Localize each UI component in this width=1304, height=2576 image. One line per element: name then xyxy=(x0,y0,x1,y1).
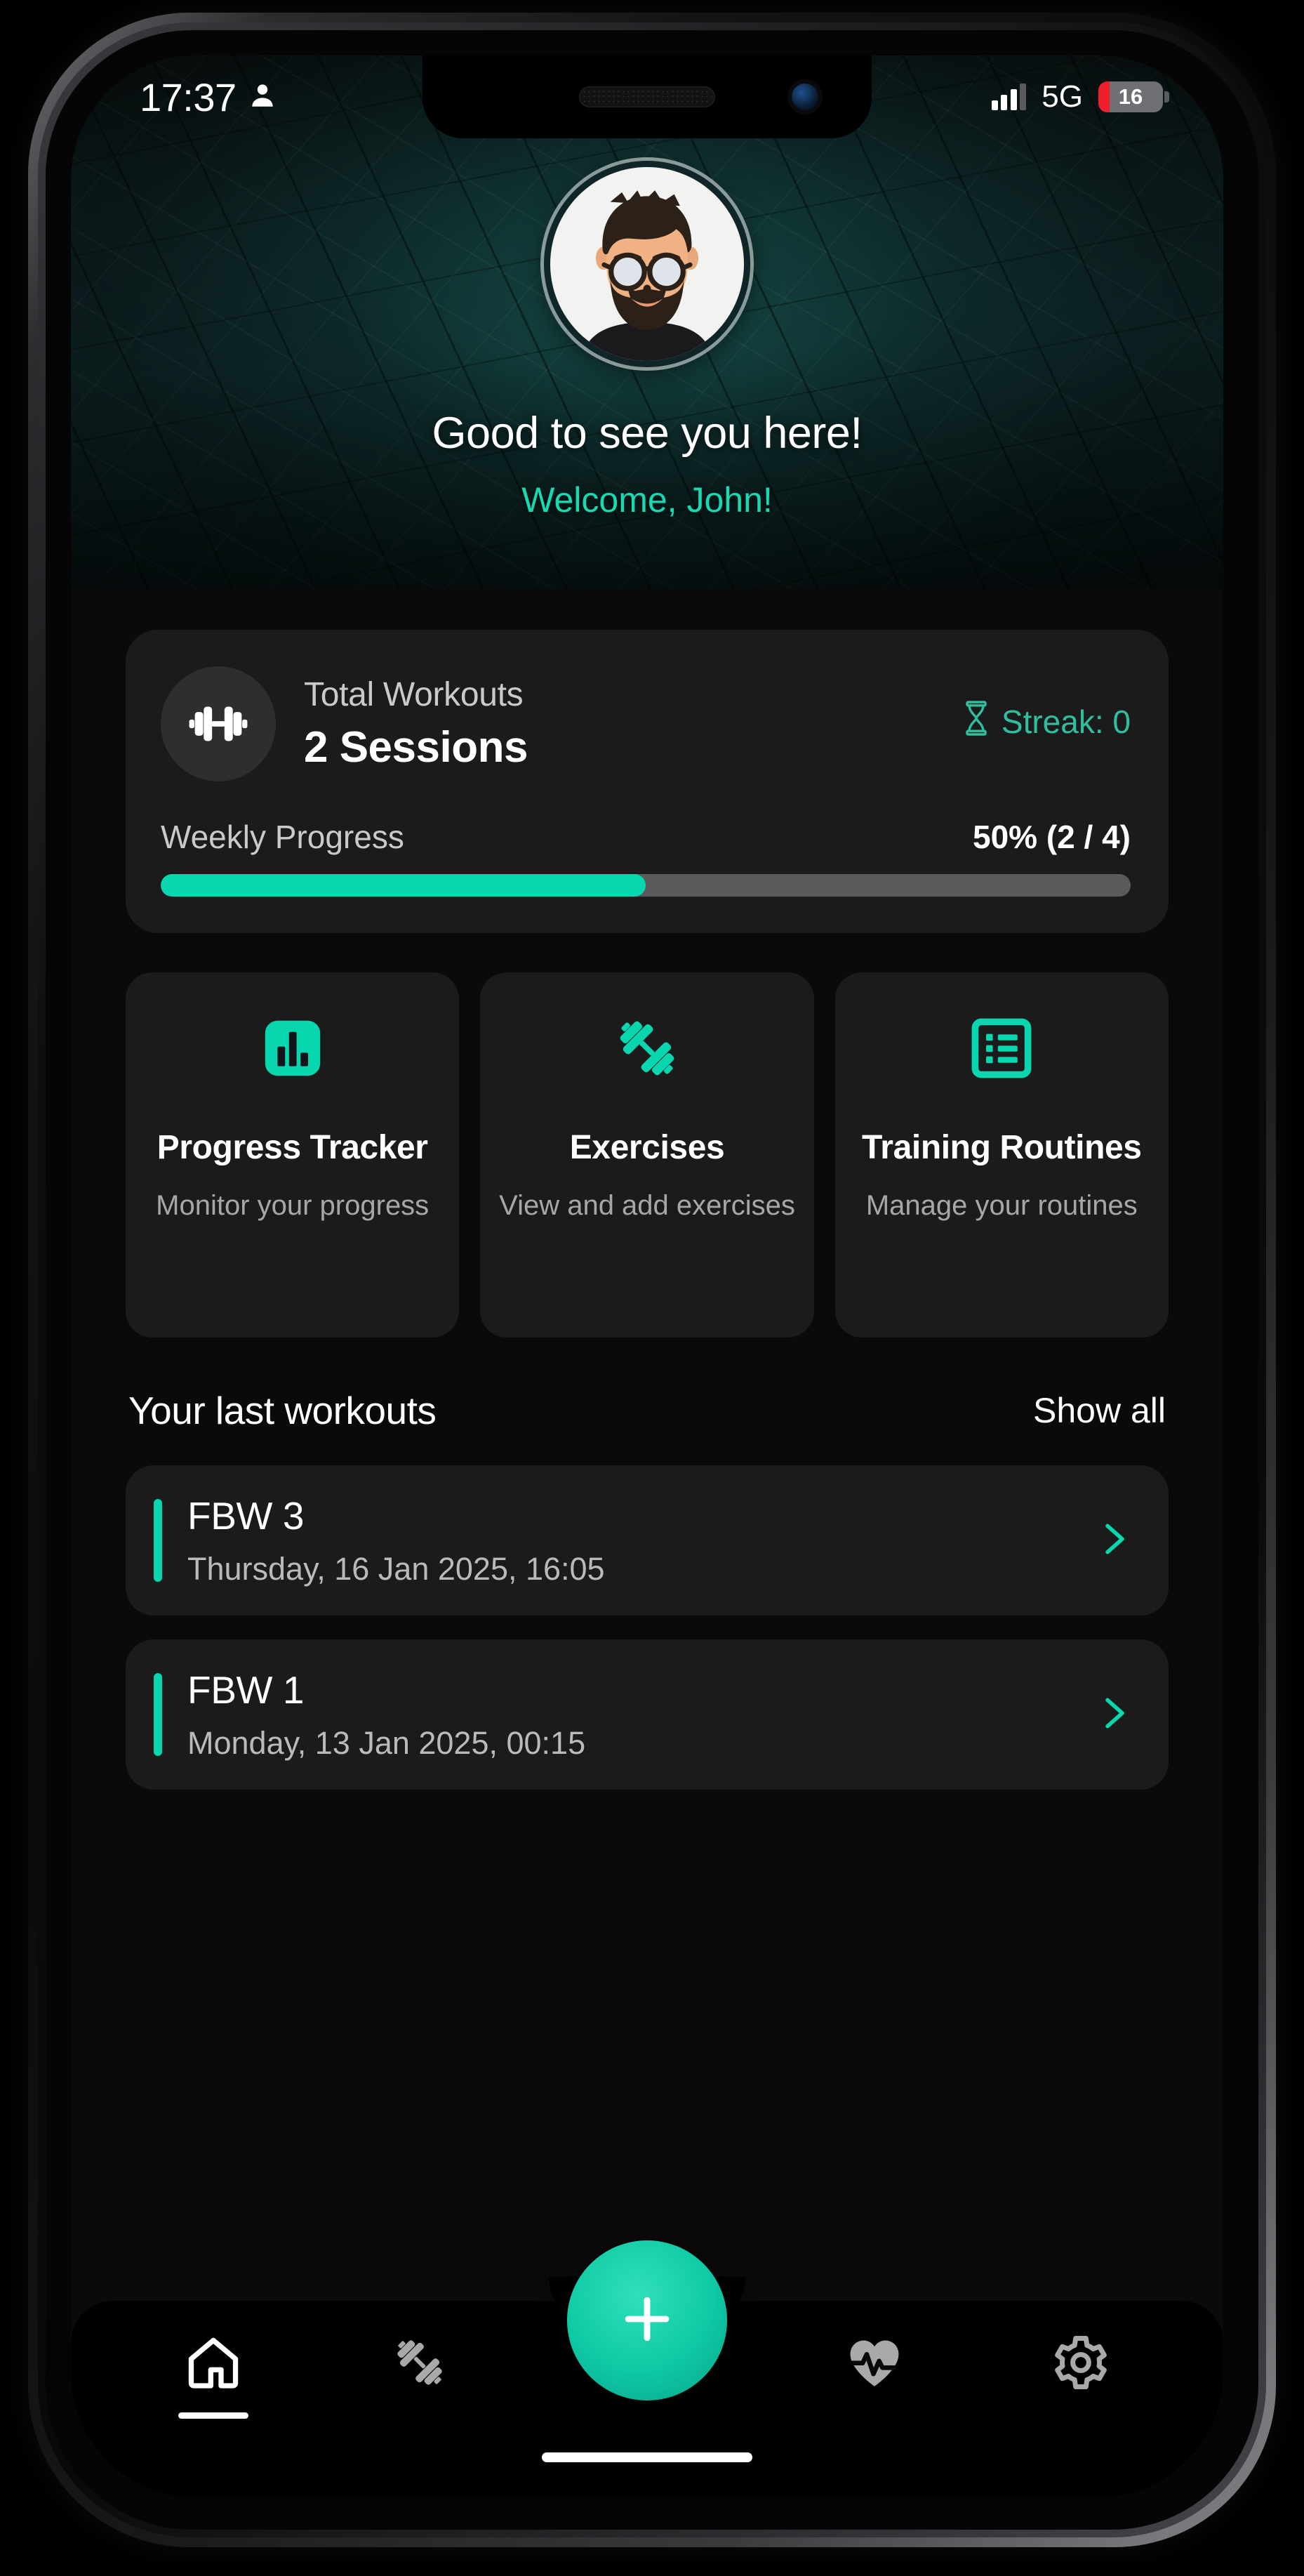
battery-level: 16 xyxy=(1118,84,1143,109)
gear-icon xyxy=(1050,2332,1112,2397)
bar-chart-icon xyxy=(259,1009,326,1088)
last-workouts-header: Your last workouts Show all xyxy=(126,1388,1169,1433)
page-title: Good to see you here! xyxy=(432,409,863,458)
weekly-progress-fill xyxy=(161,874,646,897)
main-content: Total Workouts 2 Sessions Streak: 0 Week… xyxy=(71,630,1223,1895)
phone-frame-mid: 17:37 5G 16 Good to see you here! Welcom… xyxy=(38,22,1266,2537)
chevron-right-icon[interactable] xyxy=(1093,1511,1138,1571)
content-bottom-spacer xyxy=(126,1790,1169,1895)
workout-name: FBW 1 xyxy=(187,1668,305,1712)
plus-icon xyxy=(615,2287,679,2355)
nav-active-indicator xyxy=(178,2412,248,2419)
nav-item-home[interactable] xyxy=(154,2332,273,2419)
network-label: 5G xyxy=(1042,79,1083,114)
heart-pulse-icon xyxy=(844,2332,905,2397)
person-icon xyxy=(248,81,277,114)
signal-bars-icon xyxy=(991,84,1027,110)
weekly-progress-label: Weekly Progress xyxy=(161,819,404,855)
notch xyxy=(423,55,872,138)
status-badge: Streak: 0 xyxy=(962,700,1131,748)
section-title: Your last workouts xyxy=(128,1389,437,1432)
feature-desc: Monitor your progress xyxy=(156,1190,430,1221)
feature-desc: View and add exercises xyxy=(499,1190,795,1221)
feature-card-training-routines[interactable]: Training Routines Manage your routines xyxy=(834,972,1169,1337)
nav-item-settings[interactable] xyxy=(1021,2332,1140,2419)
phone-frame: 17:37 5G 16 Good to see you here! Welcom… xyxy=(28,13,1276,2547)
front-camera xyxy=(792,84,818,110)
home-indicator[interactable] xyxy=(542,2452,752,2462)
list-icon xyxy=(968,1009,1035,1088)
total-workouts-label: Total Workouts xyxy=(304,676,524,713)
phone-frame-inner: 17:37 5G 16 Good to see you here! Welcom… xyxy=(46,30,1258,2530)
feature-title: Training Routines xyxy=(862,1129,1142,1166)
feature-card-progress-tracker[interactable]: Progress Tracker Monitor your progress xyxy=(126,972,460,1337)
feature-desc: Manage your routines xyxy=(865,1190,1138,1221)
table-row[interactable]: FBW 3 Thursday, 16 Jan 2025, 16:05 xyxy=(126,1465,1169,1616)
welcome-text: Welcome, John! xyxy=(521,480,773,520)
feature-title: Progress Tracker xyxy=(157,1129,428,1166)
total-workouts-card[interactable]: Total Workouts 2 Sessions Streak: 0 Week… xyxy=(126,630,1169,933)
status-bar-right: 5G 16 xyxy=(991,79,1171,114)
workout-list: FBW 3 Thursday, 16 Jan 2025, 16:05 FBW 1… xyxy=(126,1465,1169,1790)
weekly-progress-bar xyxy=(161,874,1131,897)
row-accent-bar xyxy=(154,1499,162,1582)
add-workout-fab[interactable] xyxy=(567,2240,727,2400)
dumbbell-icon xyxy=(161,666,276,781)
avatar[interactable] xyxy=(544,161,750,367)
workout-date: Thursday, 16 Jan 2025, 16:05 xyxy=(187,1551,605,1587)
total-workouts-value: 2 Sessions xyxy=(304,723,528,772)
dumbbell-diagonal-icon xyxy=(611,1009,684,1088)
battery-low-icon: 16 xyxy=(1098,81,1169,112)
screenshot-stage: 17:37 5G 16 Good to see you here! Welcom… xyxy=(0,0,1304,2576)
workout-name: FBW 3 xyxy=(187,1494,305,1538)
chevron-right-icon[interactable] xyxy=(1093,1685,1138,1745)
feature-title: Exercises xyxy=(569,1129,725,1166)
table-row[interactable]: FBW 1 Monday, 13 Jan 2025, 00:15 xyxy=(126,1639,1169,1790)
feature-cards: Progress Tracker Monitor your progress E… xyxy=(126,972,1169,1337)
weekly-progress-value: 50% (2 / 4) xyxy=(973,819,1131,855)
status-time: 17:37 xyxy=(140,74,237,119)
earpiece-speaker xyxy=(579,86,715,107)
avatar-illustration xyxy=(581,190,713,361)
nav-item-health[interactable] xyxy=(815,2332,934,2419)
hourglass-icon xyxy=(962,700,990,744)
workout-date: Monday, 13 Jan 2025, 00:15 xyxy=(187,1725,586,1761)
phone-screen: 17:37 5G 16 Good to see you here! Welcom… xyxy=(71,55,1223,2497)
home-icon xyxy=(182,2332,244,2397)
show-all-link[interactable]: Show all xyxy=(1033,1390,1166,1431)
dumbbell-nav-icon xyxy=(389,2332,451,2397)
nav-item-exercises[interactable] xyxy=(360,2332,479,2419)
streak-label: Streak: 0 xyxy=(1001,704,1131,740)
status-bar-left: 17:37 xyxy=(123,74,277,120)
row-accent-bar xyxy=(154,1673,162,1756)
bottom-nav xyxy=(71,2240,1223,2497)
feature-card-exercises[interactable]: Exercises View and add exercises xyxy=(480,972,814,1337)
